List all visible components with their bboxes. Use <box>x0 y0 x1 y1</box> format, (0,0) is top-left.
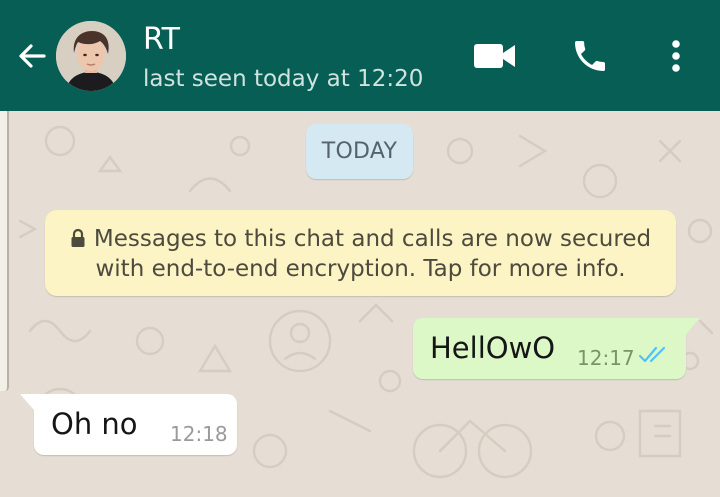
message-text: Oh no <box>51 407 138 441</box>
date-separator: TODAY <box>306 124 413 179</box>
contact-name[interactable]: RT <box>143 22 180 58</box>
message-time: 12:17 <box>577 346 635 370</box>
avatar[interactable] <box>56 21 126 91</box>
chat-area[interactable]: TODAY Messages to this chat and calls ar… <box>0 111 720 497</box>
encryption-notice[interactable]: Messages to this chat and calls are now … <box>45 210 676 296</box>
double-check-icon <box>638 346 666 363</box>
more-vertical-icon <box>672 40 680 72</box>
phone-icon <box>575 41 605 71</box>
encryption-notice-text: Messages to this chat and calls are now … <box>93 226 652 282</box>
last-seen-status: last seen today at 12:20 <box>143 66 424 92</box>
bubble-tail <box>20 394 34 410</box>
video-camera-icon <box>474 44 515 68</box>
message-text: HellOwO <box>430 331 556 365</box>
incoming-message[interactable]: Oh no 12:18 <box>20 394 237 455</box>
more-options-button[interactable] <box>652 32 700 80</box>
chat-header: RT last seen today at 12:20 <box>0 0 720 111</box>
left-edge-panel <box>0 111 9 391</box>
message-time: 12:18 <box>170 422 228 446</box>
bubble-tail <box>686 318 700 334</box>
outgoing-message[interactable]: HellOwO 12:17 <box>413 318 700 379</box>
voice-call-button[interactable] <box>566 32 614 80</box>
back-button[interactable] <box>14 38 50 74</box>
video-call-button[interactable] <box>471 32 519 80</box>
lock-icon <box>71 228 85 247</box>
profile-photo <box>56 21 126 91</box>
arrow-left-icon <box>19 44 46 68</box>
